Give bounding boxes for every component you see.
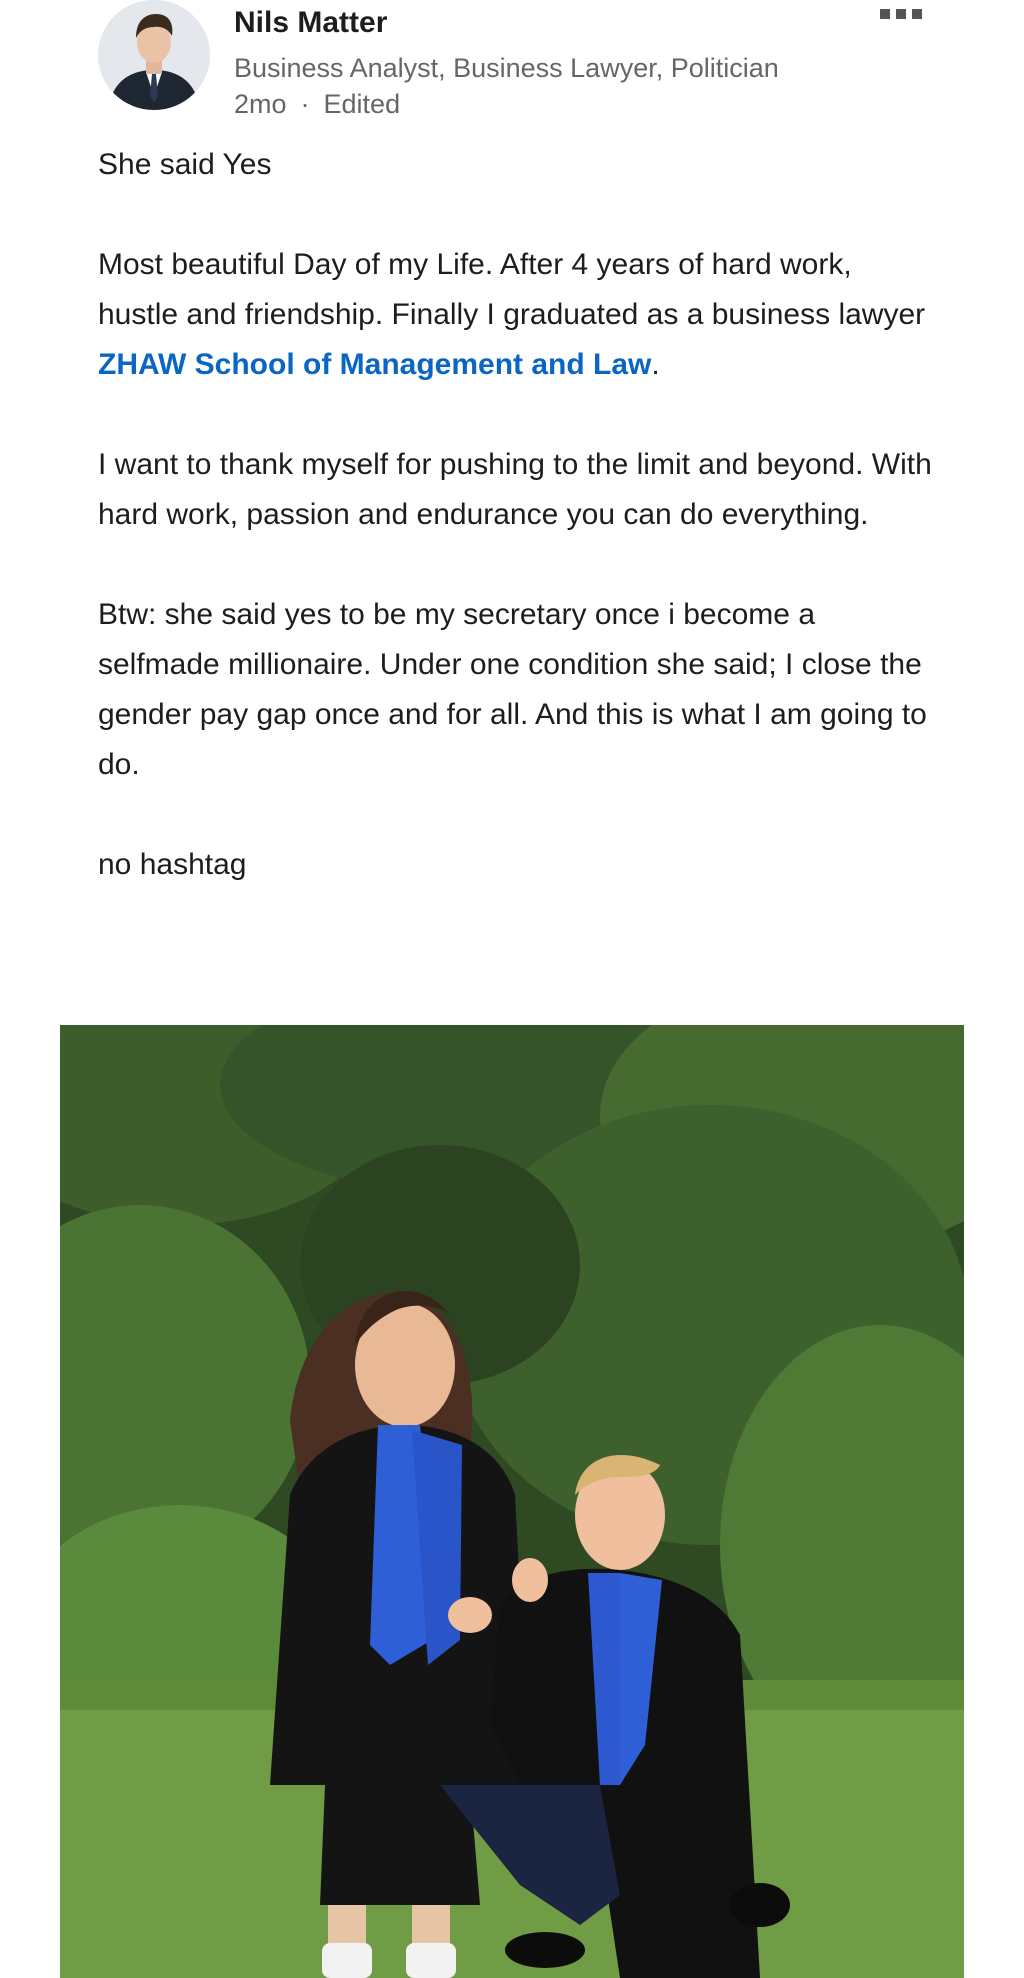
post-paragraph-4: Btw: she said yes to be my secretary onc… xyxy=(98,598,927,781)
post-paragraph-2-text: Most beautiful Day of my Life. After 4 y… xyxy=(98,248,926,331)
post-paragraph-2-end: . xyxy=(651,348,660,381)
author-headline: Business Analyst, Business Lawyer, Polit… xyxy=(234,53,779,83)
left-gutter xyxy=(0,0,61,1978)
photo-graduation-couple xyxy=(60,1025,964,1978)
right-gutter xyxy=(963,0,1024,1978)
more-options-icon-dot xyxy=(896,9,906,19)
linkedin-post-page: Nils Matter Business Analyst, Business L… xyxy=(0,0,1024,1978)
post-meta: 2mo · Edited xyxy=(234,89,400,120)
post-header: Nils Matter Business Analyst, Business L… xyxy=(60,0,964,130)
avatar[interactable] xyxy=(98,0,210,110)
meta-separator: · xyxy=(300,89,310,119)
author-name[interactable]: Nils Matter xyxy=(234,6,387,40)
avatar-image xyxy=(98,0,210,110)
post-line-1: She said Yes xyxy=(98,148,272,181)
post-paragraph-3: I want to thank myself for pushing to th… xyxy=(98,448,932,531)
post-text: She said Yes Most beautiful Day of my Li… xyxy=(98,140,934,940)
mention-link-zhaw[interactable]: ZHAW School of Management and Law xyxy=(98,348,651,381)
post-paragraph-2: Most beautiful Day of my Life. After 4 y… xyxy=(98,240,934,390)
post-paragraph-5: no hashtag xyxy=(98,848,247,881)
more-options-button[interactable] xyxy=(876,4,926,24)
post-card: Nils Matter Business Analyst, Business L… xyxy=(60,0,964,1978)
more-options-icon-dot xyxy=(912,9,922,19)
post-photo[interactable] xyxy=(60,1025,964,1978)
more-options-icon xyxy=(880,9,890,19)
edited-label: Edited xyxy=(323,89,401,119)
post-time: 2mo xyxy=(234,89,287,119)
